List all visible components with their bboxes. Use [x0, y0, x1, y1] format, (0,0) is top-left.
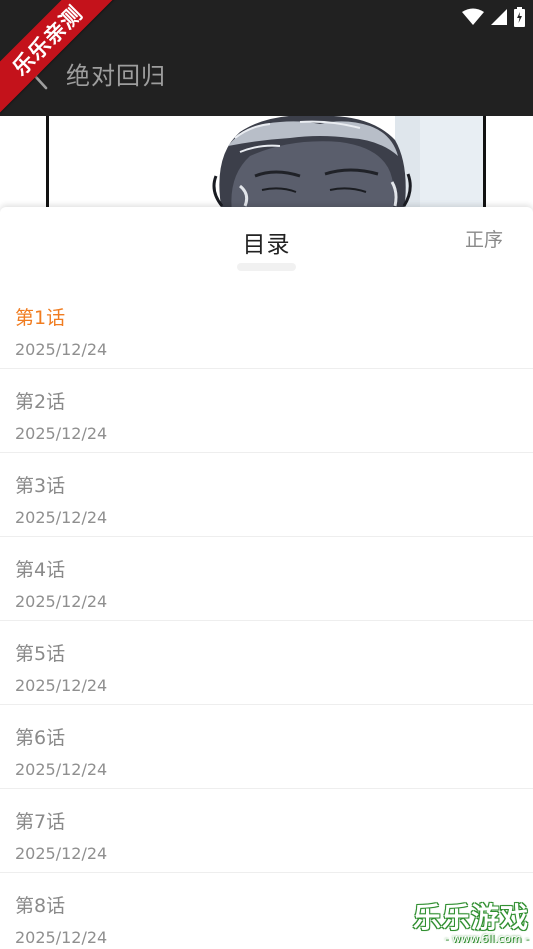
chapter-catalog-sheet: 目录 正序 第1话 2025/12/24 第2话 2025/12/24 第3话 … [0, 207, 533, 949]
chapter-name: 第3话 [15, 475, 66, 497]
chapter-date: 2025/12/24 [15, 508, 108, 527]
chapter-name: 第7话 [15, 811, 66, 833]
chapter-item[interactable]: 第4话 2025/12/24 [0, 537, 533, 621]
chapter-list: 第1话 2025/12/24 第2话 2025/12/24 第3话 2025/1… [0, 285, 533, 949]
sort-order-button[interactable]: 正序 [465, 225, 503, 252]
chapter-item[interactable]: 第7话 2025/12/24 [0, 789, 533, 873]
chapter-name: 第2话 [15, 391, 66, 413]
chapter-item[interactable]: 第3话 2025/12/24 [0, 453, 533, 537]
watermark-url: - www.6ll.com - [444, 932, 529, 945]
status-icons [462, 6, 525, 28]
page-title: 绝对回归 [66, 62, 166, 90]
chapter-date: 2025/12/24 [15, 928, 108, 947]
chapter-item[interactable]: 第6话 2025/12/24 [0, 705, 533, 789]
catalog-title: 目录 [242, 232, 291, 258]
chapter-date: 2025/12/24 [15, 340, 108, 359]
battery-icon [514, 7, 525, 27]
chapter-item[interactable]: 第2话 2025/12/24 [0, 369, 533, 453]
chapter-name: 第6话 [15, 727, 66, 749]
sheet-drag-handle[interactable] [237, 263, 296, 271]
chapter-date: 2025/12/24 [15, 676, 108, 695]
chapter-name: 第8话 [15, 895, 66, 917]
chapter-date: 2025/12/24 [15, 760, 108, 779]
corner-watermark: 乐乐游戏 - www.6ll.com - [413, 903, 529, 945]
chapter-item[interactable]: 第5话 2025/12/24 [0, 621, 533, 705]
chapter-date: 2025/12/24 [15, 592, 108, 611]
signal-icon [491, 9, 507, 25]
chapter-name: 第5话 [15, 643, 66, 665]
watermark-logo-text: 乐乐游戏 [412, 901, 529, 934]
comic-artwork [0, 116, 533, 212]
screen: 绝对回归 乐乐亲测 目录 正序 第1话 2025/12/24 第2话 2025/… [0, 0, 533, 949]
chapter-date: 2025/12/24 [15, 844, 108, 863]
chapter-date: 2025/12/24 [15, 424, 108, 443]
comic-page-image [0, 116, 533, 212]
chapter-name: 第4话 [15, 559, 66, 581]
wifi-icon [462, 8, 484, 25]
chapter-name: 第1话 [15, 307, 66, 329]
chapter-item[interactable]: 第1话 2025/12/24 [0, 285, 533, 369]
